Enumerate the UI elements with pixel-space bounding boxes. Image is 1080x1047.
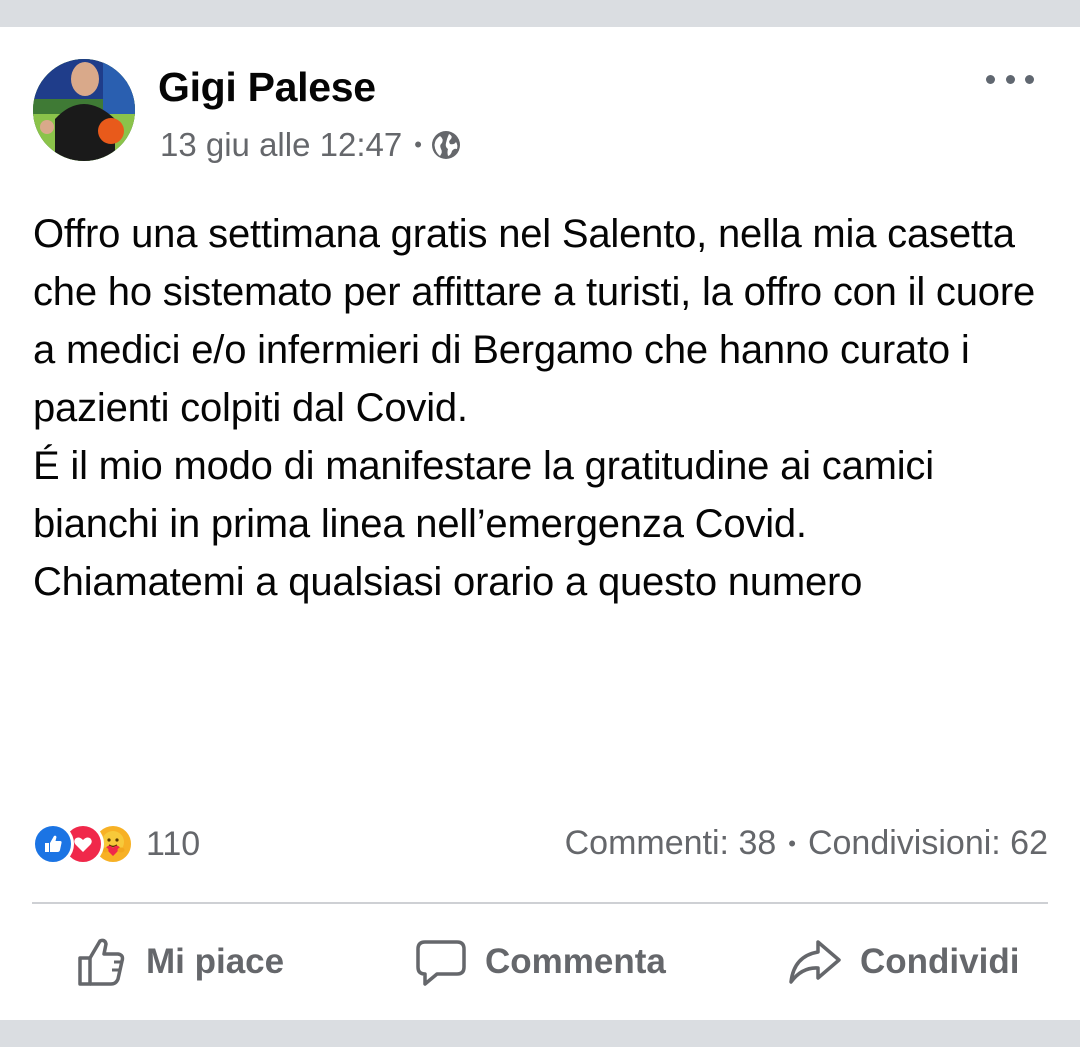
author-name[interactable]: Gigi Palese — [158, 64, 376, 111]
reaction-count: 110 — [146, 824, 201, 863]
comments-count[interactable]: Commenti: 38 — [565, 824, 777, 863]
post-body: Offro una settimana gratis nel Salento, … — [33, 212, 1035, 604]
like-reaction-icon — [32, 823, 74, 865]
share-button-label: Condividi — [860, 942, 1020, 981]
comment-button[interactable]: Commenta — [415, 932, 666, 992]
more-options-icon[interactable] — [986, 67, 1034, 91]
share-button[interactable]: Condividi — [788, 932, 1019, 992]
actions-divider — [32, 902, 1048, 904]
like-button[interactable]: Mi piace — [76, 932, 284, 992]
post-card: Gigi Palese 13 giu alle 12:47 • Offro un… — [0, 27, 1080, 1020]
share-arrow-icon — [789, 940, 841, 984]
thumbs-up-icon — [78, 938, 125, 986]
shares-count[interactable]: Condivisioni: 62 — [808, 824, 1048, 863]
like-button-label: Mi piace — [146, 942, 285, 981]
globe-icon — [431, 131, 460, 159]
reactions-summary[interactable]: 110 — [32, 823, 200, 865]
post-meta: 13 giu alle 12:47 • — [160, 126, 461, 164]
author-avatar[interactable] — [33, 59, 135, 161]
stats-separator: • — [788, 830, 796, 856]
meta-separator: • — [414, 132, 422, 157]
comment-bubble-icon — [416, 940, 466, 986]
post-stats: Commenti: 38 • Condivisioni: 62 — [565, 824, 1048, 863]
post-timestamp[interactable]: 13 giu alle 12:47 — [160, 126, 402, 164]
comment-button-label: Commenta — [485, 942, 666, 981]
